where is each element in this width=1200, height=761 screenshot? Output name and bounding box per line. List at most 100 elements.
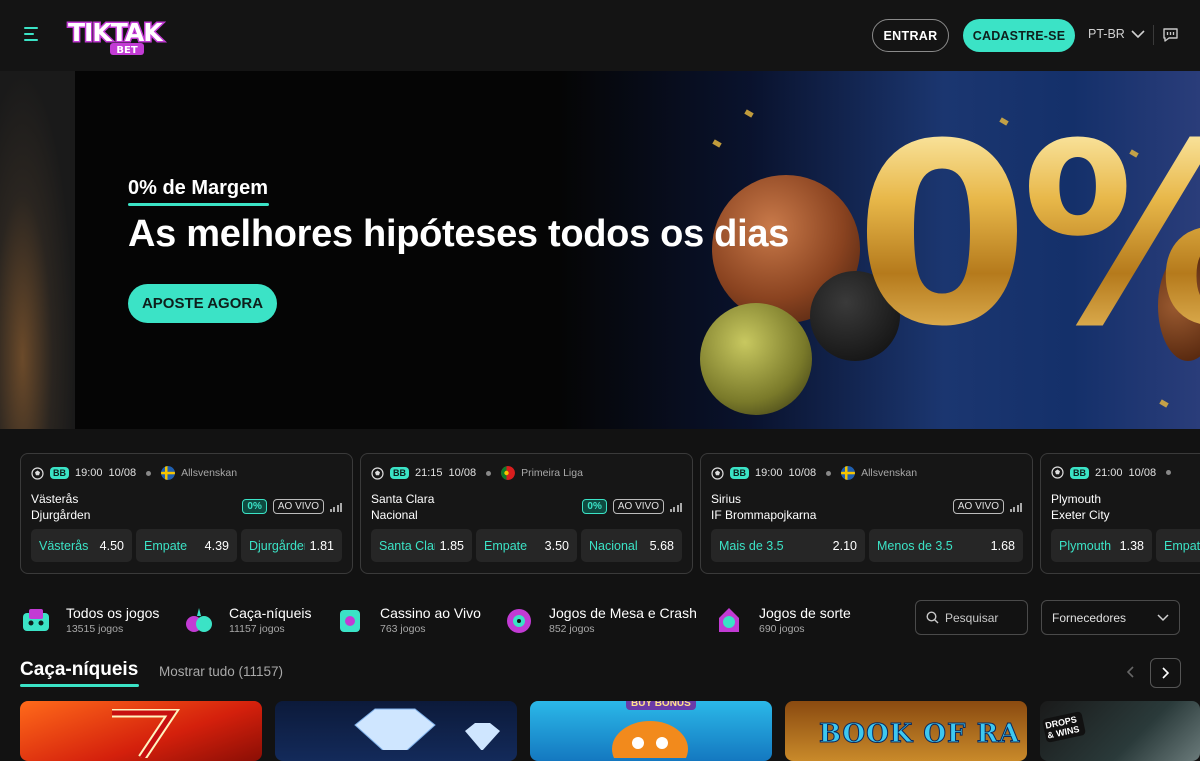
odd-value: 4.39 — [204, 538, 229, 553]
carousel-next-button[interactable] — [1150, 658, 1181, 688]
odd-home[interactable]: Santa Clara 1.85 — [371, 529, 472, 562]
category-name: Jogos de sorte — [759, 605, 851, 621]
game-tile[interactable]: BUY BONUS — [530, 701, 772, 761]
all-games-icon — [23, 609, 49, 631]
game-tile[interactable]: BOOK OF RA — [785, 701, 1027, 761]
odd-label: Nacional — [589, 538, 638, 553]
bet-builder-badge: BB — [730, 467, 749, 479]
separator-dot — [1166, 470, 1172, 475]
category-lucky-games[interactable]: Jogos de sorte 690 jogos — [713, 600, 851, 640]
carousel-prev-button[interactable] — [1116, 658, 1144, 686]
category-all-games[interactable]: Todos os jogos 13515 jogos — [20, 600, 159, 640]
match-carousel: BB 19:00 10/08 Allsvenskan Västerås Djur… — [0, 429, 1200, 594]
game-tile[interactable]: DROPS & WINS — [1040, 701, 1200, 761]
search-placeholder: Pesquisar — [945, 610, 999, 625]
hero-subtitle-underline — [128, 203, 269, 206]
game-tile[interactable] — [20, 701, 262, 761]
odd-away[interactable]: Djurgården 1.81 — [241, 529, 342, 562]
odd-draw[interactable]: Empate 3.50 — [476, 529, 577, 562]
match-teams: Sirius IF Brommapojkarna — [711, 491, 816, 523]
match-date: 10/08 — [108, 467, 137, 479]
odd-label: Djurgården — [249, 538, 305, 553]
odd-under[interactable]: Menos de 3.5 1.68 — [869, 529, 1023, 562]
category-table-crash[interactable]: Jogos de Mesa e Crash 852 jogos — [503, 600, 697, 640]
odd-away[interactable]: Nacional 5.68 — [581, 529, 682, 562]
svg-text:TIKTAK: TIKTAK — [68, 18, 164, 47]
match-card[interactable]: BB 19:00 10/08 Allsvenskan Sirius IF Bro… — [700, 453, 1033, 574]
sweden-flag-icon — [161, 466, 176, 480]
category-name: Caça-níqueis — [229, 605, 312, 621]
zero-margin-badge: 0% — [582, 499, 607, 514]
live-badge: AO VIVO — [952, 499, 1004, 514]
league-name: Primeira Liga — [521, 467, 583, 479]
sweden-flag-icon — [841, 466, 856, 480]
svg-text:BET: BET — [116, 45, 137, 56]
search-icon — [926, 611, 939, 624]
hero-banner[interactable]: 0% 0% de Margem As melhores hipóteses to… — [0, 71, 1200, 429]
stats-bars-icon — [670, 501, 682, 512]
category-slots[interactable]: Caça-níqueis 11157 jogos — [183, 600, 312, 640]
category-name: Todos os jogos — [66, 605, 160, 621]
tiktak-bet-logo[interactable]: TIKTAK BET — [66, 15, 174, 57]
diamond-icon — [354, 708, 500, 750]
odd-value: 1.38 — [1119, 538, 1144, 553]
game-tile[interactable] — [275, 701, 517, 761]
odds-row: Mais de 3.5 2.10 Menos de 3.5 1.68 — [711, 529, 1023, 562]
odd-label: Empate — [1164, 538, 1200, 553]
bet-now-button[interactable]: APOSTE AGORA — [128, 284, 277, 323]
providers-dropdown[interactable]: Fornecedores — [1041, 600, 1180, 635]
login-button[interactable]: ENTRAR — [872, 19, 949, 52]
home-team: Västerås — [31, 492, 79, 506]
odd-value: 2.10 — [832, 538, 857, 553]
away-team: Exeter City — [1051, 508, 1110, 522]
odd-draw[interactable]: Empate 4.39 — [136, 529, 237, 562]
bet-builder-badge: BB — [1070, 466, 1089, 479]
league-name: Allsvenskan — [181, 467, 238, 479]
category-count: 11157 jogos — [229, 623, 285, 635]
hero-title: As melhores hipóteses todos os dias — [128, 213, 790, 255]
match-card[interactable]: BB 21:00 10/08 Plymouth Exeter City Plym… — [1040, 453, 1200, 574]
separator-dot — [146, 470, 152, 476]
match-teams: Plymouth Exeter City — [1051, 491, 1110, 523]
language-selector[interactable]: PT-BR — [1088, 27, 1145, 41]
odd-value: 5.68 — [649, 538, 674, 553]
chevron-left-icon — [1126, 666, 1134, 678]
section-title-underline — [20, 684, 139, 687]
odd-label: Empate — [144, 538, 188, 553]
match-card[interactable]: BB 19:00 10/08 Allsvenskan Västerås Djur… — [20, 453, 353, 574]
home-team: Plymouth — [1051, 492, 1102, 506]
show-all-link[interactable]: Mostrar tudo (11157) — [159, 664, 283, 679]
odd-value: 1.81 — [309, 538, 334, 553]
match-card[interactable]: BB 21:15 10/08 Primeira Liga Santa Clara… — [360, 453, 693, 574]
live-casino-icon — [340, 610, 360, 632]
match-header: BB 21:15 10/08 Primeira Liga — [371, 466, 583, 480]
odd-over[interactable]: Mais de 3.5 2.10 — [711, 529, 865, 562]
odds-row: Santa Clara 1.85 Empate 3.50 Nacional 5.68 — [371, 529, 682, 562]
odd-label: Mais de 3.5 — [719, 538, 784, 553]
hamburger-menu-icon[interactable] — [24, 27, 42, 43]
odd-draw[interactable]: Empate — [1156, 529, 1200, 562]
live-indicators: 0% AO VIVO — [242, 499, 342, 514]
section-title: Caça-níqueis — [20, 659, 139, 680]
bet-builder-badge: BB — [50, 467, 69, 479]
match-header: BB 19:00 10/08 Allsvenskan — [711, 466, 917, 480]
odd-value: 3.50 — [544, 538, 569, 553]
match-header: BB 21:00 10/08 — [1051, 466, 1175, 479]
lucky-games-icon — [719, 608, 739, 632]
odd-home[interactable]: Plymouth 1.38 — [1051, 529, 1152, 562]
table-crash-icon — [507, 609, 531, 633]
hero-left-image — [0, 71, 75, 429]
chevron-down-icon — [1157, 613, 1169, 621]
signup-button[interactable]: CADASTRE-SE — [963, 19, 1075, 52]
chat-bubble-icon[interactable] — [1162, 27, 1179, 43]
odd-home[interactable]: Västerås 4.50 — [31, 529, 132, 562]
soccer-ball-icon — [371, 466, 384, 480]
soccer-ball-icon — [711, 466, 724, 480]
portugal-flag-icon — [501, 466, 516, 480]
away-team: IF Brommapojkarna — [711, 508, 817, 522]
odd-label: Menos de 3.5 — [877, 538, 953, 553]
match-date: 10/08 — [1128, 466, 1157, 479]
category-live-casino[interactable]: Cassino ao Vivo 763 jogos — [334, 600, 481, 640]
game-title: DROPS & WINS — [1041, 711, 1087, 743]
search-input[interactable]: Pesquisar — [915, 600, 1028, 635]
